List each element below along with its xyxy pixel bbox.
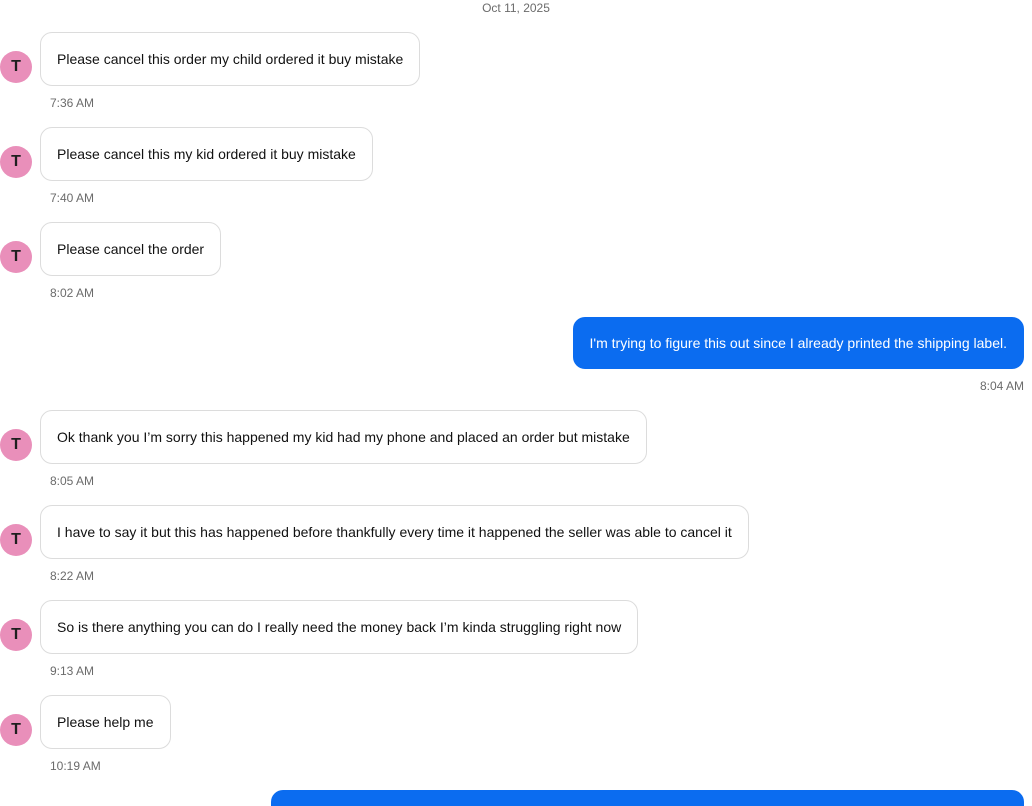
avatar[interactable]: T [0,146,32,178]
message-timestamp: 8:04 AM [979,379,1024,393]
message-timestamp: 8:02 AM [50,286,95,300]
message-timestamp: 10:19 AM [50,759,101,773]
message-bubble[interactable]: Please cancel this order my child ordere… [40,32,421,86]
chat-thread: Oct 11, 2025 T Please cancel this order … [0,0,1032,806]
message-bubble[interactable]: So is there anything you can do I really… [40,600,639,654]
message-bubble[interactable]: Please cancel the order [40,222,222,276]
message-bubble[interactable]: I have to say it but this has happened b… [40,505,749,559]
avatar[interactable]: T [0,51,32,83]
message-timestamp: 8:05 AM [50,474,95,488]
message-bubble[interactable] [271,790,1024,806]
avatar[interactable]: T [0,714,32,746]
avatar[interactable]: T [0,241,32,273]
avatar[interactable]: T [0,429,32,461]
avatar[interactable]: T [0,524,32,556]
message-bubble[interactable]: Please cancel this my kid ordered it buy… [40,127,373,181]
message-timestamp: 8:22 AM [50,569,95,583]
message-timestamp: 7:40 AM [50,191,95,205]
date-separator: Oct 11, 2025 [482,1,550,15]
avatar[interactable]: T [0,619,32,651]
message-bubble[interactable]: Please help me [40,695,171,749]
message-timestamp: 7:36 AM [50,96,95,110]
message-bubble[interactable]: I'm trying to figure this out since I al… [572,317,1024,369]
message-bubble[interactable]: Ok thank you I’m sorry this happened my … [40,410,647,464]
message-timestamp: 9:13 AM [50,664,95,678]
